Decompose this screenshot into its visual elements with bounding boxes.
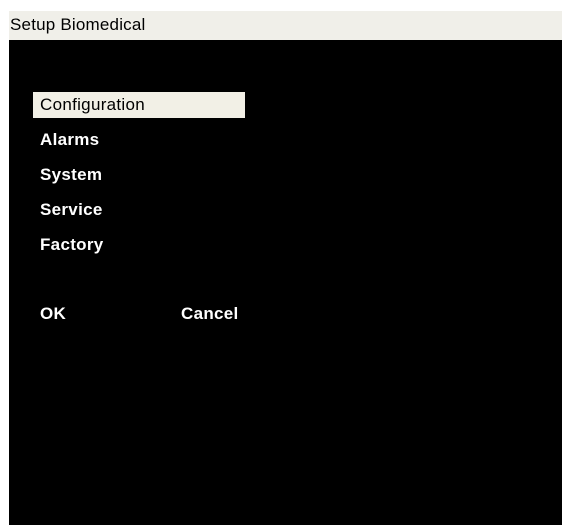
title-bar: Setup Biomedical [9,8,562,40]
menu-item-label: Service [40,200,103,219]
setup-menu: Configuration Alarms System Service Fact… [33,92,245,267]
cancel-button[interactable]: Cancel [181,302,239,326]
ok-button[interactable]: OK [40,302,66,326]
menu-item-alarms[interactable]: Alarms [33,127,245,162]
setup-biomedical-window: Setup Biomedical Configuration Alarms Sy… [9,8,562,525]
window-title: Setup Biomedical [10,15,146,34]
menu-item-configuration[interactable]: Configuration [33,92,245,127]
menu-item-label: Factory [40,235,104,254]
menu-item-label: Alarms [40,130,100,149]
menu-item-label: Configuration [33,92,245,118]
menu-item-label: System [40,165,103,184]
menu-item-system[interactable]: System [33,162,245,197]
menu-item-service[interactable]: Service [33,197,245,232]
menu-item-factory[interactable]: Factory [33,232,245,267]
